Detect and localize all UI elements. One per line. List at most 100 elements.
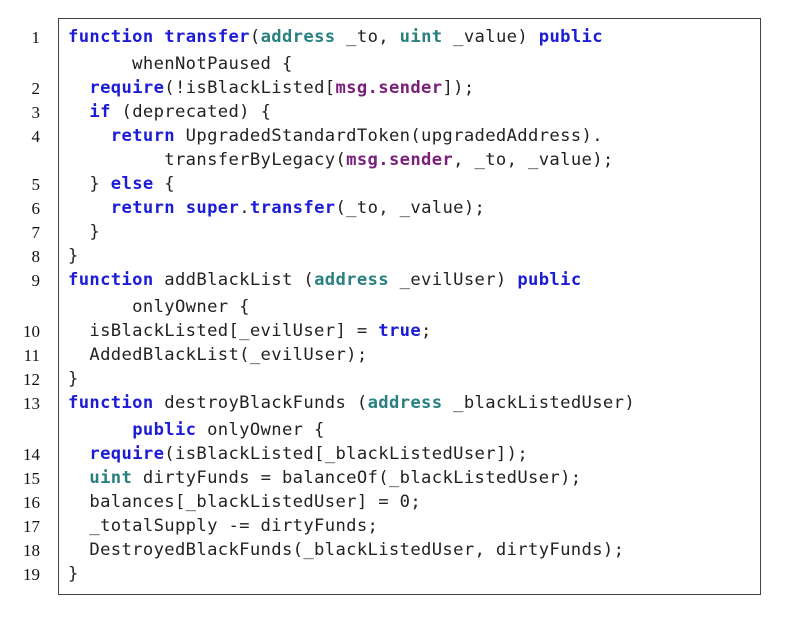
code-token: AddedBlackList(_evilUser);: [68, 345, 368, 365]
line-number: 14: [23, 445, 40, 464]
keyword-token: transfer: [164, 27, 250, 47]
code-line: }: [68, 369, 79, 389]
code-line: uint dirtyFunds = balanceOf(_blackListed…: [68, 468, 582, 488]
global-token: msg.sender: [335, 78, 443, 98]
code-token: onlyOwner {: [196, 420, 325, 440]
code-token: transferByLegacy(: [68, 150, 347, 170]
code-line: isBlackListed[_evilUser] = true;: [68, 321, 432, 341]
code-line: AddedBlackList(_evilUser);: [68, 345, 368, 365]
type-token: uint: [89, 468, 133, 488]
line-number: 4: [31, 127, 41, 146]
line-number: 5: [31, 175, 41, 194]
code-line: _totalSupply -= dirtyFunds;: [68, 516, 378, 536]
line-number: 13: [23, 394, 40, 413]
line-number: 19: [23, 565, 40, 584]
code-line: onlyOwner {: [68, 297, 250, 317]
code-token: _blackListedUser): [442, 393, 636, 413]
line-number: 6: [31, 199, 41, 218]
type-token: address: [367, 393, 443, 413]
code-line: function destroyBlackFunds (address _bla…: [68, 393, 635, 413]
keyword-token: function: [68, 27, 154, 47]
line-number: 1: [31, 28, 41, 47]
code-token: ]);: [442, 78, 475, 98]
line-number: 16: [23, 493, 40, 512]
line-number: 17: [23, 517, 40, 536]
code-token: (deprecated) {: [110, 102, 272, 122]
keyword-token: else: [110, 174, 154, 194]
line-number: 9: [31, 271, 41, 290]
code-line: public onlyOwner {: [68, 420, 325, 440]
code-token: _to,: [335, 27, 400, 47]
code-token: }: [68, 222, 101, 242]
keyword-token: public: [538, 27, 603, 47]
code-line: require(!isBlackListed[msg.sender]);: [68, 78, 475, 98]
code-token: (!isBlackListed[: [164, 78, 336, 98]
keyword-token: require: [89, 78, 165, 98]
code-token: }: [68, 174, 111, 194]
code-token: destroyBlackFunds (: [153, 393, 368, 413]
code-token: (_to, _value);: [335, 198, 486, 218]
code-token: {: [153, 174, 175, 194]
keyword-token: public: [132, 420, 197, 440]
code-line: require(isBlackListed[_blackListedUser])…: [68, 444, 528, 464]
code-token: isBlackListed[_evilUser] =: [68, 321, 379, 341]
keyword-token: public: [517, 270, 582, 290]
type-token: address: [314, 270, 389, 290]
code-line: balances[_blackListedUser] = 0;: [68, 492, 421, 512]
line-number: 12: [23, 370, 40, 389]
code-token: }: [68, 564, 79, 584]
line-number: 7: [31, 223, 41, 242]
line-number: 3: [31, 103, 41, 122]
keyword-token: return: [110, 126, 175, 146]
code-line: function transfer(address _to, uint _val…: [68, 27, 603, 47]
global-token: msg.sender: [346, 150, 454, 170]
code-line: }: [68, 246, 79, 266]
code-line: } else {: [68, 174, 175, 194]
code-token: balances[_blackListedUser] = 0;: [68, 492, 422, 512]
code-token: whenNotPaused {: [68, 54, 293, 74]
code-token: DestroyedBlackFunds(_blackListedUser, di…: [68, 540, 625, 560]
code-token: (isBlackListed[_blackListedUser]);: [164, 444, 529, 464]
code-line: function addBlackList (address _evilUser…: [68, 270, 582, 290]
code-token: onlyOwner {: [68, 297, 250, 317]
code-line: return UpgradedStandardToken(upgradedAdd…: [68, 126, 603, 146]
line-number: 8: [31, 247, 41, 266]
code-token: , _to, _value);: [453, 150, 614, 170]
code-line: }: [68, 564, 79, 584]
keyword-token: return: [110, 198, 175, 218]
code-token: _evilUser): [388, 270, 518, 290]
keyword-token: transfer: [249, 198, 336, 218]
code-token: addBlackList (: [153, 270, 315, 290]
code-token: dirtyFunds = balanceOf(_blackListedUser)…: [132, 468, 582, 488]
keyword-token: if: [89, 102, 111, 122]
type-token: address: [260, 27, 336, 47]
line-number: 15: [23, 469, 40, 488]
keyword-token: function: [68, 393, 154, 413]
line-number: 11: [23, 346, 40, 365]
type-token: uint: [399, 27, 443, 47]
code-listing: 1 function transfer(address _to, uint _va…: [0, 0, 790, 618]
code-line: DestroyedBlackFunds(_blackListedUser, di…: [68, 540, 624, 560]
code-line: whenNotPaused {: [68, 54, 293, 74]
keyword-token: function: [68, 270, 154, 290]
line-number: 10: [23, 322, 40, 341]
code-token: }: [68, 369, 79, 389]
code-line: if (deprecated) {: [68, 102, 271, 122]
code-line: transferByLegacy(msg.sender, _to, _value…: [68, 150, 614, 170]
keyword-token: super: [185, 198, 240, 218]
code-token: }: [68, 246, 79, 266]
code-token: _totalSupply -= dirtyFunds;: [68, 516, 379, 536]
keyword-token: require: [89, 444, 165, 464]
keyword-token: true: [378, 321, 422, 341]
code-token: (: [249, 27, 261, 47]
code-line: }: [68, 222, 100, 242]
